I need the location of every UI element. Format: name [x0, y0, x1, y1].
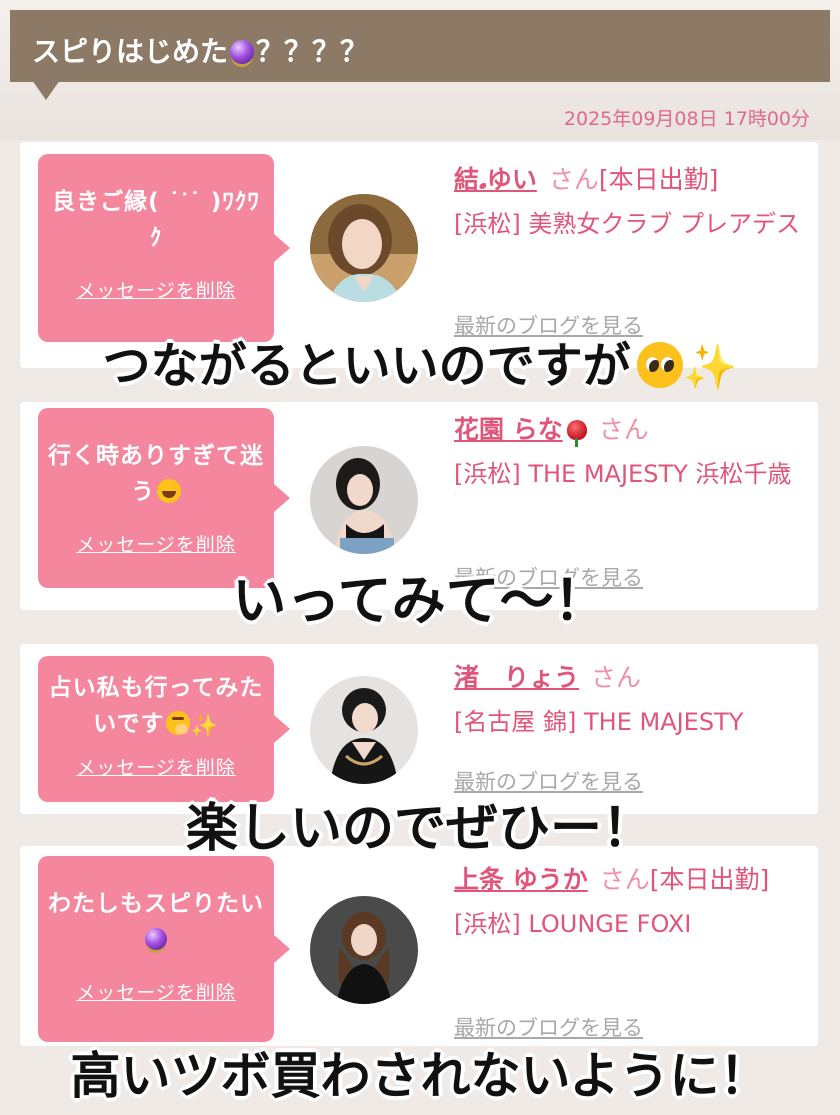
crystal-ball-icon — [145, 928, 167, 950]
today-badge: [本日出勤] — [598, 165, 719, 194]
comment-message-text: 占い私も行ってみたいです — [48, 675, 264, 737]
overlay-caption-text: つながるといいのですが — [102, 338, 631, 394]
comment-message-text: 行く時ありすぎて迷う — [48, 443, 264, 505]
avatar[interactable] — [310, 446, 418, 554]
comment-message: 良きご縁( ˙ᐝ˙ )ﾜｸﾜｸ — [52, 189, 260, 251]
sparkles-icon: ✨ — [190, 714, 219, 739]
overlay-caption: 高いツボ買わされないように！ — [70, 1047, 770, 1105]
cast-name-link[interactable]: 上条 ゆうか — [454, 865, 588, 894]
page-title: スピりはじめた — [32, 35, 229, 68]
comment-message: わたしもスピりたい — [38, 856, 274, 958]
delete-message-link[interactable]: メッセージを削除 — [76, 276, 236, 303]
cast-name-link[interactable]: 渚 りょう — [454, 663, 579, 692]
honorific: さん — [548, 165, 599, 194]
cast-info: 渚 りょう さん [名古屋 錦] THE MAJESTY — [454, 656, 808, 744]
sparkles-icon: ✨ — [682, 342, 738, 393]
message-bubble: わたしもスピりたい メッセージを削除 — [38, 856, 290, 1042]
honorific: さん — [591, 663, 642, 692]
cast-name-line: 上条 ゆうか さん[本日出勤] — [454, 858, 808, 902]
honorific: さん — [598, 415, 649, 444]
cast-name-line: 結𝅘ゆい さん[本日出勤] — [454, 158, 808, 202]
avatar[interactable] — [310, 896, 418, 1004]
rolling-laughing-icon — [157, 479, 181, 503]
comment-message-text: わたしもスピりたい — [48, 891, 264, 917]
cast-name-line: 渚 りょう さん — [454, 656, 808, 700]
title-pointer — [32, 80, 60, 100]
cast-name-link[interactable]: 花園 らな — [454, 415, 587, 447]
crystal-ball-icon — [230, 40, 255, 64]
pleading-face-icon — [636, 342, 683, 388]
avatar[interactable] — [310, 194, 418, 302]
honorific: さん — [599, 865, 650, 894]
cast-info: 上条 ゆうか さん[本日出勤] [浜松] LOUNGE FOXI — [454, 858, 808, 946]
page-title-bar: スピりはじめた ？？？？ — [10, 10, 830, 82]
delete-message-link[interactable]: メッセージを削除 — [76, 753, 236, 780]
cast-name-line: 花園 らな さん — [454, 408, 808, 452]
message-bubble: 良きご縁( ˙ᐝ˙ )ﾜｸﾜｸ メッセージを削除 — [38, 154, 290, 342]
cast-name-link[interactable]: 結𝅘ゆい — [454, 165, 537, 194]
rose-icon — [566, 420, 587, 447]
avatar[interactable] — [310, 676, 418, 784]
overlay-caption: つながるといいのですが ✨ — [0, 326, 840, 396]
shop-name: [浜松] LOUNGE FOXI — [454, 910, 692, 938]
shushing-face-icon — [166, 711, 191, 735]
delete-message-link[interactable]: メッセージを削除 — [76, 530, 236, 557]
cast-info: 花園 らな さん [浜松] THE MAJESTY 浜松千歳 — [454, 408, 808, 496]
cast-name-text: 花園 らな — [454, 415, 563, 444]
shop-name: [浜松] 美熟女クラブ プレアデス — [454, 210, 800, 238]
comment-message: 占い私も行ってみたいです ✨ — [38, 656, 274, 745]
shop-name: [名古屋 錦] THE MAJESTY — [454, 708, 744, 736]
comment-card: わたしもスピりたい メッセージを削除 上条 ゆうか さん[本日出勤] [浜松] L… — [20, 846, 818, 1046]
message-bubble: 占い私も行ってみたいです ✨ メッセージを削除 — [38, 656, 290, 802]
delete-message-link[interactable]: メッセージを削除 — [76, 978, 236, 1005]
cast-info: 結𝅘ゆい さん[本日出勤] [浜松] 美熟女クラブ プレアデス — [454, 158, 808, 246]
page-title-suffix: ？？？？ — [256, 35, 369, 68]
post-date: 2025年09月08日 17時00分 — [563, 108, 810, 130]
comment-message: 行く時ありすぎて迷う — [38, 408, 274, 510]
shop-name: [浜松] THE MAJESTY 浜松千歳 — [454, 460, 792, 488]
overlay-caption: いってみて〜！ — [232, 569, 608, 632]
today-badge: [本日出勤] — [649, 865, 770, 894]
overlay-caption: 楽しいのでぜひー！ — [185, 799, 654, 859]
